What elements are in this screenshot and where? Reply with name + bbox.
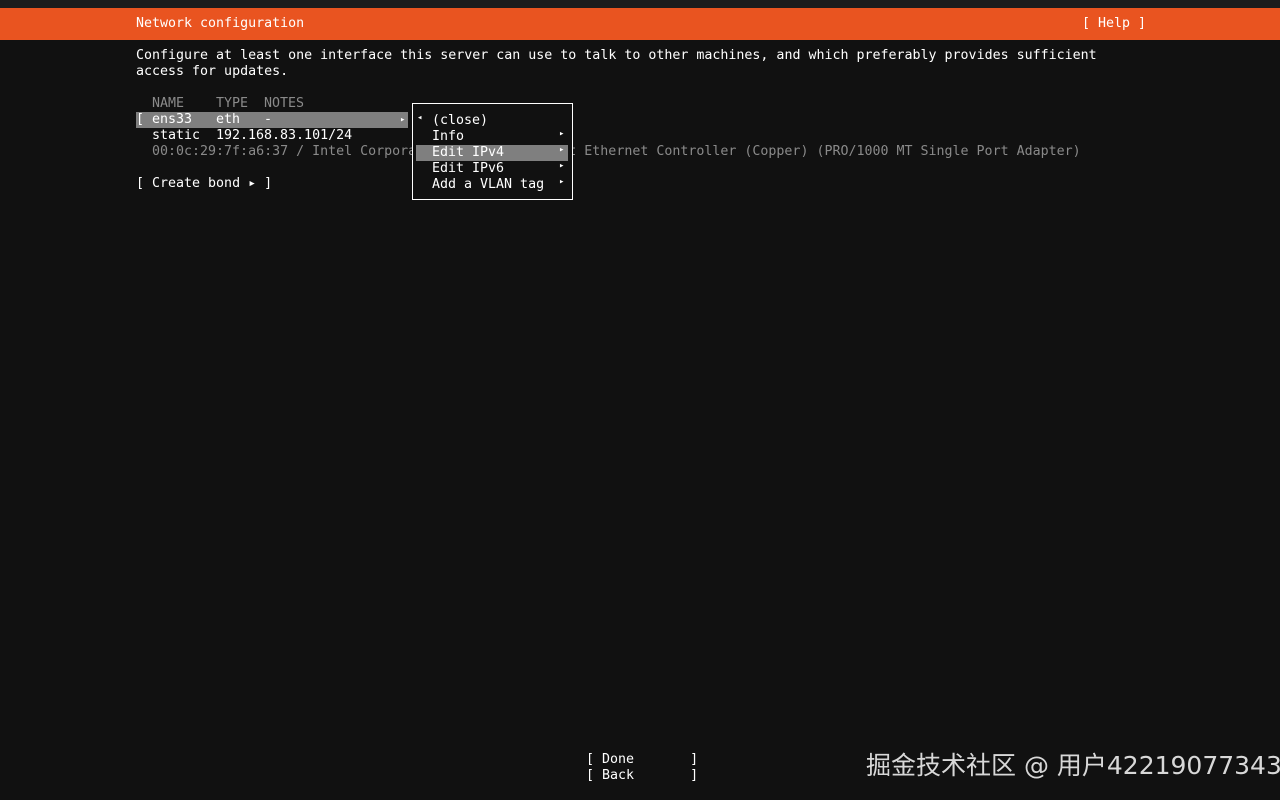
header-bar: Network configuration [ Help ]: [0, 8, 1280, 40]
submenu-arrow-icon: ▸: [559, 145, 564, 155]
menu-item-info[interactable]: Info ▸: [416, 129, 568, 145]
column-header-name: NAME: [152, 96, 184, 112]
column-header-type: TYPE: [216, 96, 248, 112]
menu-item-label: Info: [432, 129, 464, 144]
menu-item-edit-ipv4[interactable]: Edit IPv4 ▸: [416, 145, 568, 161]
interface-hardware-info: 00:0c:29:7f:a6:37 / Intel Corporation 82…: [152, 144, 1081, 160]
menu-item-label: Edit IPv4: [432, 145, 504, 160]
interface-address: 192.168.83.101/24: [216, 128, 352, 144]
back-button[interactable]: [ Back ]: [586, 768, 698, 784]
address-mode: static: [152, 128, 200, 144]
menu-item-add-vlan-tag[interactable]: Add a VLAN tag ▸: [416, 177, 568, 193]
submenu-arrow-icon: ▸: [559, 177, 564, 187]
description-line-1: Configure at least one interface this se…: [136, 48, 1097, 64]
menu-item-label: Add a VLAN tag: [432, 177, 544, 192]
menu-item-edit-ipv6[interactable]: Edit IPv6 ▸: [416, 161, 568, 177]
submenu-arrow-icon: ▸: [559, 129, 564, 139]
create-bond-button[interactable]: [ Create bond ▸ ]: [136, 176, 272, 192]
menu-item-close[interactable]: ◂ (close): [416, 113, 568, 129]
done-button[interactable]: [ Done ]: [586, 752, 698, 768]
interface-notes: -: [264, 112, 272, 128]
help-button[interactable]: [ Help ]: [1082, 16, 1146, 32]
interface-type: eth: [216, 112, 240, 128]
menu-item-label: Edit IPv6: [432, 161, 504, 176]
back-arrow-icon: ◂: [417, 113, 422, 123]
watermark: 掘金技术社区 @ 用户42219077343: [866, 746, 1280, 782]
interface-context-menu: ◂ (close) Info ▸ Edit IPv4 ▸ Edit IPv6 ▸…: [412, 103, 573, 200]
submenu-arrow-icon: ▸: [559, 161, 564, 171]
row-expand-arrow-icon: ▸: [400, 112, 405, 128]
description-line-2: access for updates.: [136, 64, 288, 80]
column-header-notes: NOTES: [264, 96, 304, 112]
row-bracket: [: [136, 112, 144, 128]
page-title: Network configuration: [136, 16, 304, 32]
interface-name: ens33: [152, 112, 192, 128]
interface-row-ens33[interactable]: [ ens33 eth - ▸: [136, 112, 408, 128]
window-top-strip: [0, 0, 1280, 8]
menu-item-label: (close): [432, 113, 488, 128]
